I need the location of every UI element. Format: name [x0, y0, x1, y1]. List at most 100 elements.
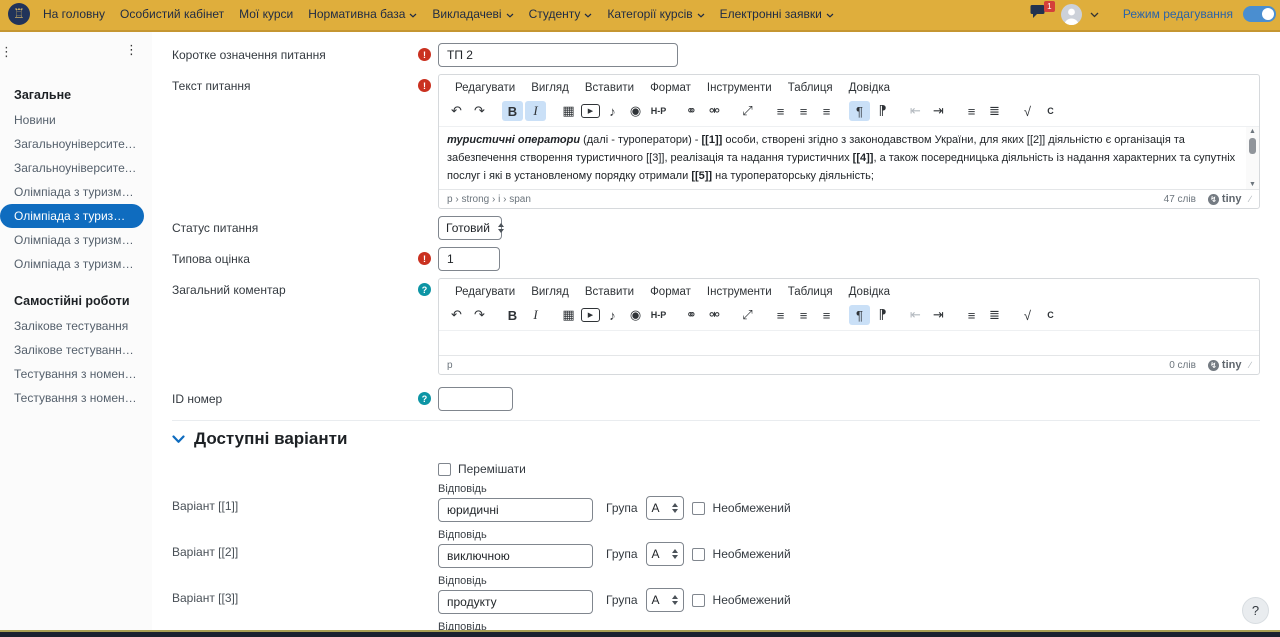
shuffle-checkbox[interactable] [438, 463, 451, 476]
video-camera-icon[interactable]: ◉ [625, 305, 646, 325]
unlimited-checkbox[interactable] [692, 594, 705, 607]
align-center-icon[interactable]: ≡ [793, 305, 814, 325]
equation-icon[interactable]: √ [1017, 305, 1038, 325]
sidebar-item[interactable]: Новини [0, 108, 152, 132]
available-choices-section-header[interactable]: Доступні варіанти [152, 429, 1280, 449]
direction-rtl-icon[interactable]: ⁋ [872, 101, 893, 121]
sidebar-kebab-menu-icon[interactable]: ⋮ [125, 42, 138, 58]
university-logo-icon[interactable]: ♖ [8, 3, 30, 25]
messages-icon[interactable]: 1 [1030, 4, 1047, 24]
bullet-list-icon[interactable]: ≡ [961, 101, 982, 121]
nav-item[interactable]: Особистий кабінет [120, 7, 224, 21]
unlink-icon[interactable]: ⚮ [704, 101, 725, 121]
short-name-input[interactable] [438, 43, 678, 67]
editor-menu-item[interactable]: Редагувати [447, 80, 523, 96]
fullscreen-icon[interactable]: ⤢ [737, 101, 758, 121]
redo-icon[interactable]: ↷ [469, 101, 490, 121]
special-character-icon[interactable]: C [1040, 305, 1061, 325]
direction-rtl-icon[interactable]: ⁋ [872, 305, 893, 325]
sidebar-item[interactable]: Загальноуніверситетська о... [0, 132, 152, 156]
scrollbar-thumb[interactable] [1249, 138, 1256, 154]
image-icon[interactable]: ▦ [558, 101, 579, 121]
answer-input[interactable] [438, 498, 593, 522]
group-select[interactable]: A [646, 496, 684, 520]
answer-input[interactable] [438, 544, 593, 568]
sidebar-item[interactable]: Загальноуніверситетська о... [0, 156, 152, 180]
nav-item[interactable]: Нормативна база [308, 7, 417, 21]
resize-handle-icon[interactable]: ∕ [1249, 360, 1251, 370]
editor-menu-item[interactable]: Інструменти [699, 284, 780, 300]
italic-icon[interactable]: I [525, 305, 546, 325]
unlink-icon[interactable]: ⚮ [704, 305, 725, 325]
status-select[interactable]: Готовий [438, 216, 502, 240]
direction-ltr-icon[interactable]: ¶ [849, 101, 870, 121]
direction-ltr-icon[interactable]: ¶ [849, 305, 870, 325]
ordered-list-icon[interactable]: ≣ [984, 305, 1005, 325]
video-camera-icon[interactable]: ◉ [625, 101, 646, 121]
editor-menu-item[interactable]: Таблиця [780, 80, 841, 96]
nav-item[interactable]: Категорії курсів [607, 7, 704, 21]
h5p-icon[interactable]: H-P [648, 101, 669, 121]
help-icon[interactable]: ? [418, 392, 431, 405]
align-right-icon[interactable]: ≡ [816, 101, 837, 121]
bold-icon[interactable]: B [502, 305, 523, 325]
indent-icon[interactable]: ⇥ [928, 101, 949, 121]
sidebar-item[interactable]: Залікове тестування ОТД [0, 338, 152, 362]
align-center-icon[interactable]: ≡ [793, 101, 814, 121]
editor-menu-item[interactable]: Таблиця [780, 284, 841, 300]
element-path[interactable]: p [447, 360, 1169, 371]
id-number-input[interactable] [438, 387, 513, 411]
editor-menu-item[interactable]: Вставити [577, 80, 642, 96]
bold-icon[interactable]: B [502, 101, 523, 121]
editor-menu-item[interactable]: Формат [642, 284, 699, 300]
nav-item[interactable]: Мої курси [239, 7, 293, 21]
media-icon[interactable]: ▶ [581, 308, 600, 322]
ordered-list-icon[interactable]: ≣ [984, 101, 1005, 121]
editor-menu-item[interactable]: Вигляд [523, 284, 577, 300]
redo-icon[interactable]: ↷ [469, 305, 490, 325]
undo-icon[interactable]: ↶ [446, 305, 467, 325]
drawer-handle-icon[interactable]: ⋮ [0, 44, 13, 60]
editor-scrollbar[interactable]: ▲▼ [1246, 127, 1259, 189]
outdent-icon[interactable]: ⇤ [905, 101, 926, 121]
scroll-down-icon[interactable]: ▼ [1249, 180, 1256, 189]
image-icon[interactable]: ▦ [558, 305, 579, 325]
special-character-icon[interactable]: C [1040, 101, 1061, 121]
editor-content-area[interactable] [439, 330, 1259, 355]
editor-menu-item[interactable]: Довідка [841, 284, 898, 300]
editor-menu-item[interactable]: Вставити [577, 284, 642, 300]
sidebar-item[interactable]: Олімпіада з туризму 2023 [0, 252, 152, 276]
editor-menu-item[interactable]: Інструменти [699, 80, 780, 96]
help-fab-button[interactable]: ? [1242, 597, 1269, 624]
editor-menu-item[interactable]: Довідка [841, 80, 898, 96]
answer-input[interactable] [438, 590, 593, 614]
editor-menu-item[interactable]: Формат [642, 80, 699, 96]
scroll-up-icon[interactable]: ▲ [1249, 127, 1256, 136]
resize-handle-icon[interactable]: ∕ [1249, 194, 1251, 204]
unlimited-checkbox[interactable] [692, 548, 705, 561]
help-icon[interactable]: ? [418, 283, 431, 296]
indent-icon[interactable]: ⇥ [928, 305, 949, 325]
media-icon[interactable]: ▶ [581, 104, 600, 118]
align-right-icon[interactable]: ≡ [816, 305, 837, 325]
sidebar-item[interactable]: Олімпіада з туризму 2021 [0, 180, 152, 204]
group-select[interactable]: A [646, 588, 684, 612]
nav-item[interactable]: Студенту [529, 7, 593, 21]
nav-item[interactable]: Електронні заявки [720, 7, 834, 21]
sidebar-item[interactable]: Олімпіада з туризму 2025 [0, 204, 144, 228]
equation-icon[interactable]: √ [1017, 101, 1038, 121]
h5p-icon[interactable]: H-P [648, 305, 669, 325]
nav-item[interactable]: На головну [43, 7, 105, 21]
edit-mode-toggle[interactable] [1243, 6, 1276, 22]
editor-menu-item[interactable]: Вигляд [523, 80, 577, 96]
record-audio-icon[interactable]: ♪ [602, 305, 623, 325]
sidebar-item[interactable]: Тестування з номенклатур... [0, 362, 152, 386]
bullet-list-icon[interactable]: ≡ [961, 305, 982, 325]
avatar[interactable] [1061, 4, 1082, 25]
link-icon[interactable]: ⚭ [681, 101, 702, 121]
sidebar-item[interactable]: Тестування з номенклатур... [0, 386, 152, 410]
undo-icon[interactable]: ↶ [446, 101, 467, 121]
align-left-icon[interactable]: ≡ [770, 101, 791, 121]
outdent-icon[interactable]: ⇤ [905, 305, 926, 325]
user-menu-chevron-icon[interactable] [1090, 5, 1099, 23]
